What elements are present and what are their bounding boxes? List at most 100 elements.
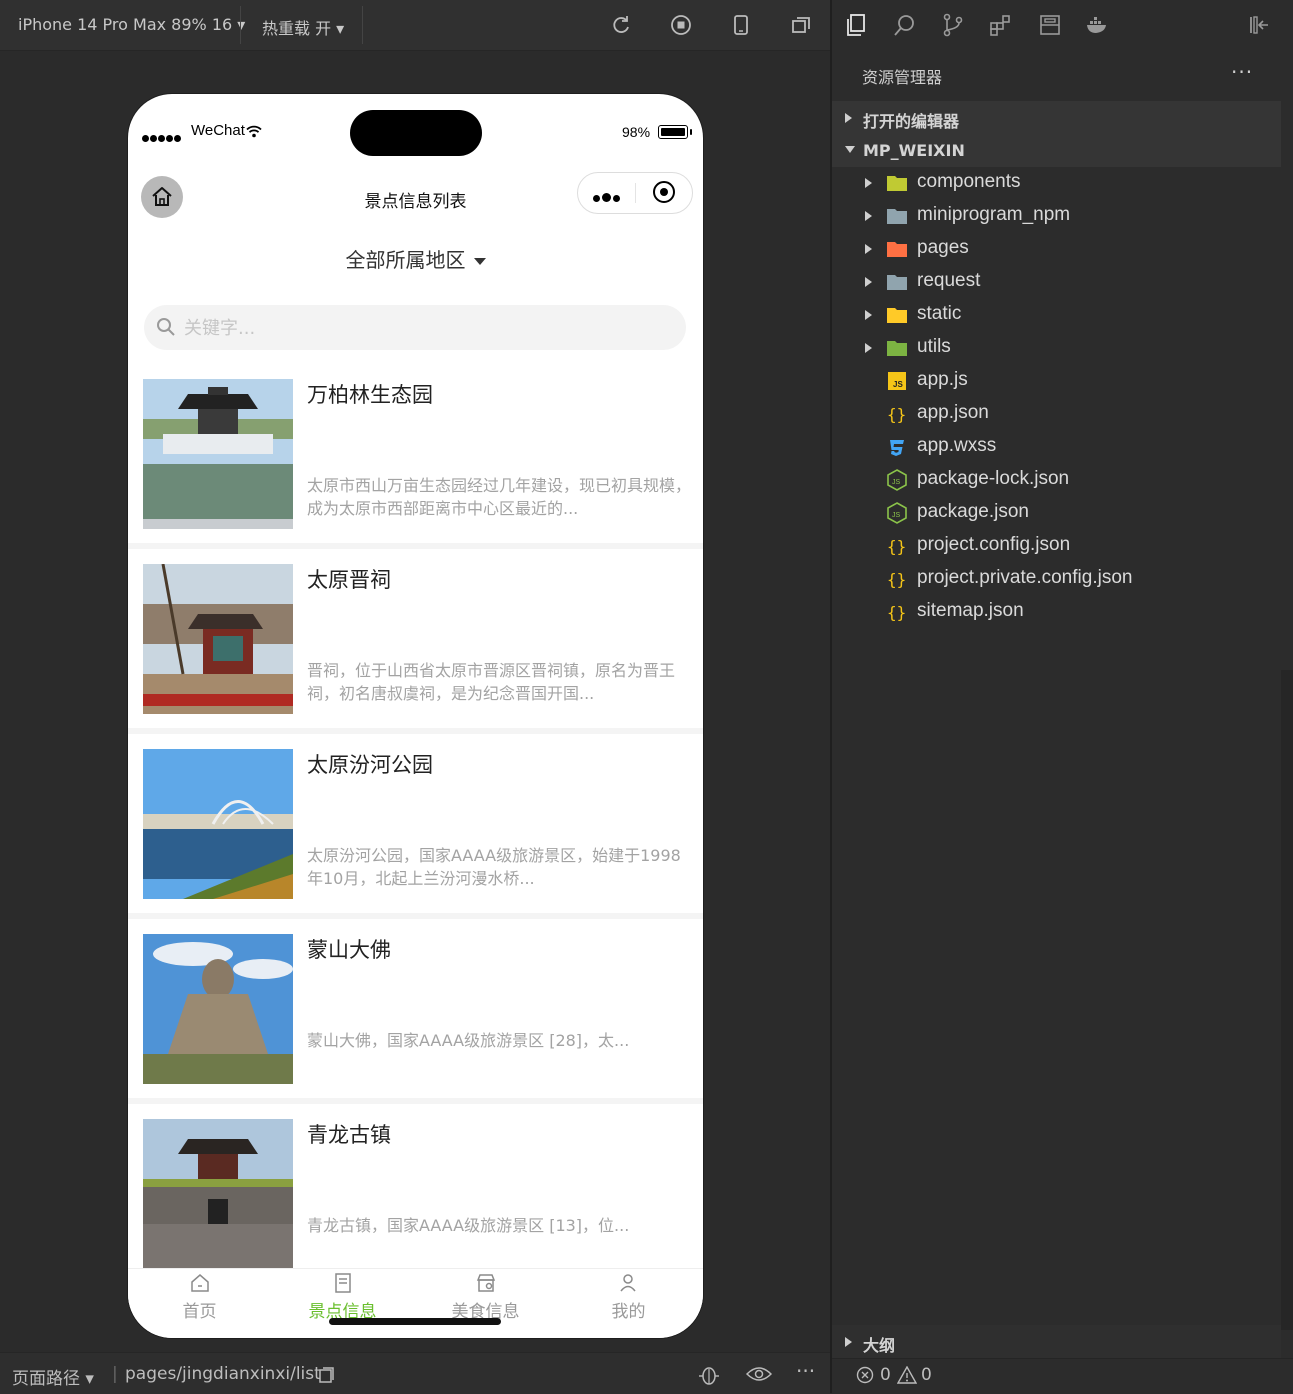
page-path-toggle[interactable]: 页面路径 ▾ [12,1364,94,1389]
chevron-right-icon [865,211,872,221]
stop-icon[interactable] [670,14,692,36]
list-item[interactable]: 蒙山大佛 蒙山大佛，国家AAAA级旅游景区 [28]，太... [128,919,703,1104]
tab-bar: 首页 景点信息 美食信息 我的 [128,1268,703,1338]
list-item[interactable]: 太原汾河公园 太原汾河公园，国家AAAA级旅游景区，始建于1998年10月，北起… [128,734,703,919]
explorer-more-button[interactable]: ··· [1231,60,1253,84]
chevron-right-icon [845,113,852,123]
explorer-panel: 资源管理器 ··· 打开的编辑器 MP_WEIXIN components min… [832,0,1293,1394]
tree-file[interactable]: JS package-lock.json [832,464,1281,497]
tree-item-label: package.json [917,501,1029,522]
scenic-thumbnail [143,934,293,1084]
wifi-icon [246,123,262,142]
more-options-icon[interactable]: ··· [796,1359,815,1383]
shop-icon [414,1273,557,1295]
open-editors-section[interactable]: 打开的编辑器 [832,101,1281,134]
refresh-icon[interactable] [610,14,632,36]
more-menu-icon[interactable] [593,187,622,206]
tree-folder[interactable]: miniprogram_npm [832,200,1281,233]
hot-reload-toggle[interactable]: 热重载 开 ▾ [262,15,344,39]
folder-icon [886,271,908,293]
tree-item-label: pages [917,237,969,258]
region-filter-label: 全部所属地区 [345,248,466,272]
toolbar-divider [362,6,363,44]
docker-icon[interactable] [1085,13,1109,37]
item-description: 太原汾河公园，国家AAAA级旅游景区，始建于1998年10月，北起上兰汾河漫水桥… [307,846,681,888]
chevron-right-icon [845,1337,852,1347]
battery-icon [658,125,692,139]
tree-item-label: request [917,270,981,291]
source-control-icon[interactable] [941,13,965,37]
tree-item-label: app.js [917,369,968,390]
svg-text:JS: JS [893,380,903,389]
list-item[interactable]: 太原晋祠 晋祠，位于山西省太原市晋源区晋祠镇，原名为晋王祠，初名唐叔虞祠，是为纪… [128,549,703,734]
eye-icon[interactable] [745,1366,773,1386]
node-file-icon: JS [886,469,908,491]
search-bar[interactable] [144,305,686,350]
close-miniprogram-icon[interactable] [653,181,675,203]
warning-icon [896,1365,918,1389]
files-icon[interactable] [844,13,868,37]
tree-item-label: project.private.config.json [917,567,1133,588]
collapse-panel-icon[interactable] [1247,13,1271,37]
item-title: 太原汾河公园 [307,753,433,777]
tree-file[interactable]: JS package.json [832,497,1281,530]
phone-icon[interactable] [730,14,752,36]
region-filter[interactable]: 全部所属地区 [128,244,703,273]
item-title: 万柏林生态园 [307,383,433,407]
css-file-icon [886,436,908,458]
tree-file[interactable]: {} project.config.json [832,530,1281,563]
chevron-right-icon [865,277,872,287]
tree-file[interactable]: {} sitemap.json [832,596,1281,629]
item-description: 青龙古镇，国家AAAA级旅游景区 [13]，位... [307,1216,630,1235]
tree-item-label: sitemap.json [917,600,1024,621]
tab-home[interactable]: 首页 [128,1269,271,1329]
search-input[interactable] [182,314,666,342]
tab-label: 首页 [182,1302,217,1322]
new-window-icon[interactable] [790,14,812,36]
scenic-list: 万柏林生态园 太原市西山万亩生态园经过几年建设，现已初具规模，成为太原市西部距离… [128,364,703,1289]
device-selector[interactable]: iPhone 14 Pro Max 89% 16 ▾ [18,15,245,34]
folder-icon [886,304,908,326]
item-title: 太原晋祠 [307,568,391,592]
json-file-icon: {} [886,403,908,425]
activity-bar [832,0,1293,50]
tab-profile[interactable]: 我的 [557,1269,700,1329]
section-label: MP_WEIXIN [863,141,965,160]
tree-folder[interactable]: request [832,266,1281,299]
list-item[interactable]: 万柏林生态园 太原市西山万亩生态园经过几年建设，现已初具规模，成为太原市西部距离… [128,364,703,549]
outline-section[interactable]: 大纲 [832,1325,1281,1358]
tree-file[interactable]: {} project.private.config.json [832,563,1281,596]
item-description: 太原市西山万亩生态园经过几年建设，现已初具规模，成为太原市西部距离市中心区最近的… [307,476,692,518]
copy-icon[interactable] [318,1366,336,1388]
tree-file[interactable]: JS app.js [832,365,1281,398]
project-section[interactable]: MP_WEIXIN [832,134,1281,167]
search-icon[interactable] [893,13,917,37]
tree-file[interactable]: {} app.json [832,398,1281,431]
tree-item-label: package-lock.json [917,468,1070,489]
chevron-right-icon [865,310,872,320]
tree-folder[interactable]: pages [832,233,1281,266]
warning-count: 0 [921,1365,932,1385]
tree-folder[interactable]: utils [832,332,1281,365]
tree-file[interactable]: app.wxss [832,431,1281,464]
bug-icon[interactable] [697,1364,721,1390]
editor-scroll-gutter [1281,670,1293,1330]
explorer-title: 资源管理器 [862,68,943,87]
simulator-bottom-bar: 页面路径 ▾ | pages/jingdianxinxi/list ··· [0,1352,830,1394]
tree-item-label: project.config.json [917,534,1071,555]
node-file-icon: JS [886,502,908,524]
home-indicator [329,1318,501,1325]
nav-bar: 景点信息列表 [128,154,703,234]
tree-item-label: miniprogram_npm [917,204,1071,225]
extensions-icon[interactable] [989,13,1013,37]
dynamic-island [350,110,482,156]
phone-frame: WeChat 98% 景点信息列表 全部所属地区 关键字... 万柏林生态园 太… [128,94,703,1338]
document-icon [271,1273,414,1295]
problems-status[interactable]: 0 0 [832,1358,1293,1394]
tree-folder[interactable]: static [832,299,1281,332]
tree-folder[interactable]: components [832,167,1281,200]
list-item[interactable]: 青龙古镇 青龙古镇，国家AAAA级旅游景区 [13]，位... [128,1104,703,1289]
tree-item-label: app.wxss [917,435,997,456]
pages-icon[interactable] [1038,13,1062,37]
json-file-icon: {} [886,568,908,590]
